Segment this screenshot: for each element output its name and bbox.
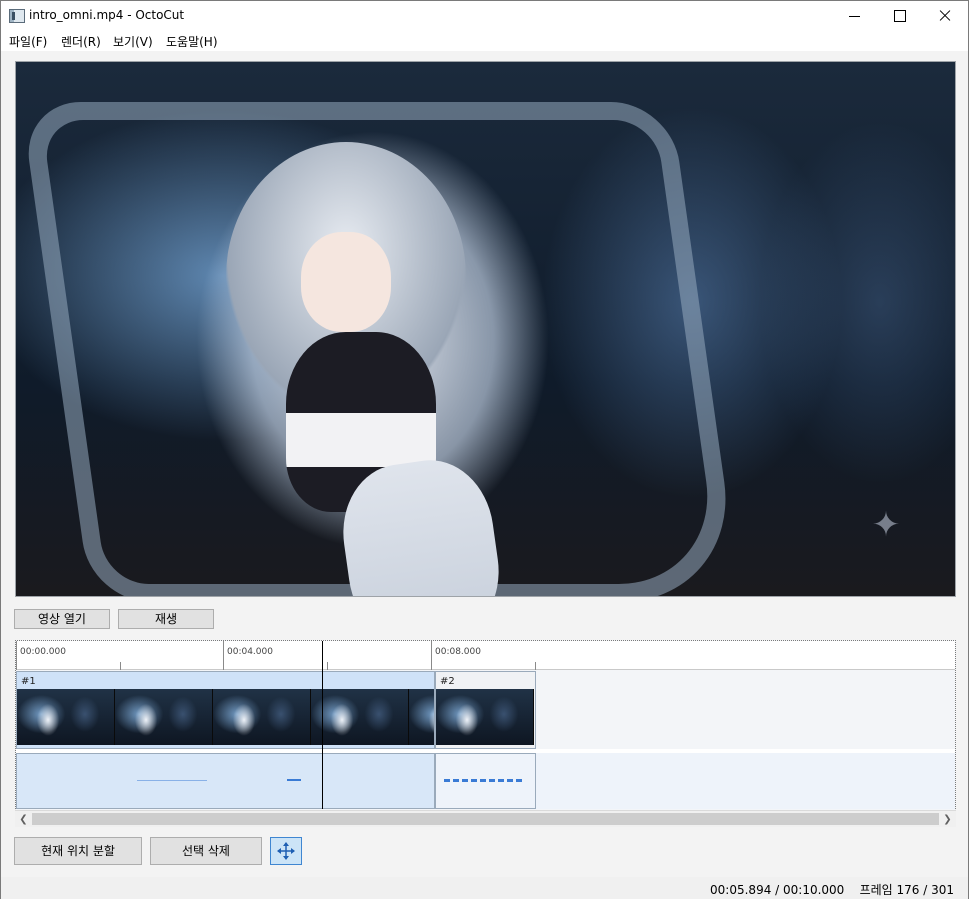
sparkle-icon: ✦: [871, 505, 901, 545]
clip-label: #1: [21, 676, 36, 687]
play-button[interactable]: 재생: [118, 609, 214, 629]
menu-view[interactable]: 보기(V): [113, 33, 153, 50]
menu-help[interactable]: 도움말(H): [166, 33, 218, 50]
menu-bar: 파일(F) 렌더(R) 보기(V) 도움말(H): [1, 31, 968, 51]
audio-clip-1[interactable]: [16, 753, 435, 809]
title-bar: intro_omni.mp4 - OctoCut: [1, 1, 968, 31]
clip-thumbnail: [17, 689, 115, 745]
clip-thumbnails: [436, 689, 535, 745]
waveform: [287, 779, 301, 781]
move-tool-button[interactable]: [270, 837, 302, 865]
scrollbar-thumb[interactable]: [32, 813, 939, 825]
video-clip-2[interactable]: #2: [435, 671, 536, 749]
clip-thumbnail: [213, 689, 311, 745]
ruler-tick: [431, 641, 432, 670]
window-title: intro_omni.mp4 - OctoCut: [29, 8, 185, 22]
video-figure-face: [301, 232, 391, 332]
clip-label: #2: [440, 676, 455, 687]
film-icon: [9, 9, 25, 23]
menu-render[interactable]: 렌더(R): [61, 33, 101, 50]
clip-thumbnail: [436, 689, 534, 745]
ruler-label: 00:00.000: [20, 647, 66, 657]
status-bar: 00:05.894 / 00:10.000 프레임 176 / 301: [1, 877, 968, 899]
clip-thumbnail: [311, 689, 409, 745]
time-readout: 00:05.894 / 00:10.000: [710, 883, 845, 897]
waveform: [444, 779, 524, 782]
timeline-scrollbar[interactable]: ❮ ❯: [15, 810, 956, 827]
ruler-tick: [327, 662, 328, 670]
frame-readout: 프레임 176 / 301: [859, 883, 954, 897]
audio-clip-2[interactable]: [435, 753, 536, 809]
menu-file[interactable]: 파일(F): [9, 33, 47, 50]
scroll-right-icon[interactable]: ❯: [939, 811, 956, 828]
video-preview[interactable]: ✦: [15, 61, 956, 597]
split-at-playhead-button[interactable]: 현재 위치 분할: [14, 837, 142, 865]
ruler-tick: [535, 662, 536, 670]
ruler-label: 00:08.000: [435, 647, 481, 657]
video-clip-1[interactable]: #1: [16, 671, 435, 749]
delete-selection-button[interactable]: 선택 삭제: [150, 837, 262, 865]
move-arrows-icon: [277, 842, 295, 860]
ruler-label: 00:04.000: [227, 647, 273, 657]
playhead[interactable]: [322, 641, 323, 809]
app-window: intro_omni.mp4 - OctoCut 파일(F) 렌더(R) 보기(…: [0, 0, 969, 899]
ruler-tick: [120, 662, 121, 670]
timeline-ruler[interactable]: 00:00.000 00:04.000 00:08.000: [16, 641, 955, 670]
ruler-tick: [16, 641, 17, 670]
minimize-button[interactable]: [831, 1, 877, 31]
status-readout: 00:05.894 / 00:10.000 프레임 176 / 301: [710, 881, 954, 898]
clip-thumbnail: [409, 689, 434, 745]
clip-thumbnail: [115, 689, 213, 745]
open-video-button[interactable]: 영상 열기: [14, 609, 110, 629]
ruler-tick: [223, 641, 224, 670]
timeline[interactable]: 00:00.000 00:04.000 00:08.000 #1 #2: [15, 640, 956, 827]
maximize-button[interactable]: [876, 1, 922, 31]
waveform: [137, 780, 207, 781]
close-button[interactable]: [922, 1, 968, 31]
clip-thumbnails: [17, 689, 434, 745]
scroll-left-icon[interactable]: ❮: [15, 811, 32, 828]
